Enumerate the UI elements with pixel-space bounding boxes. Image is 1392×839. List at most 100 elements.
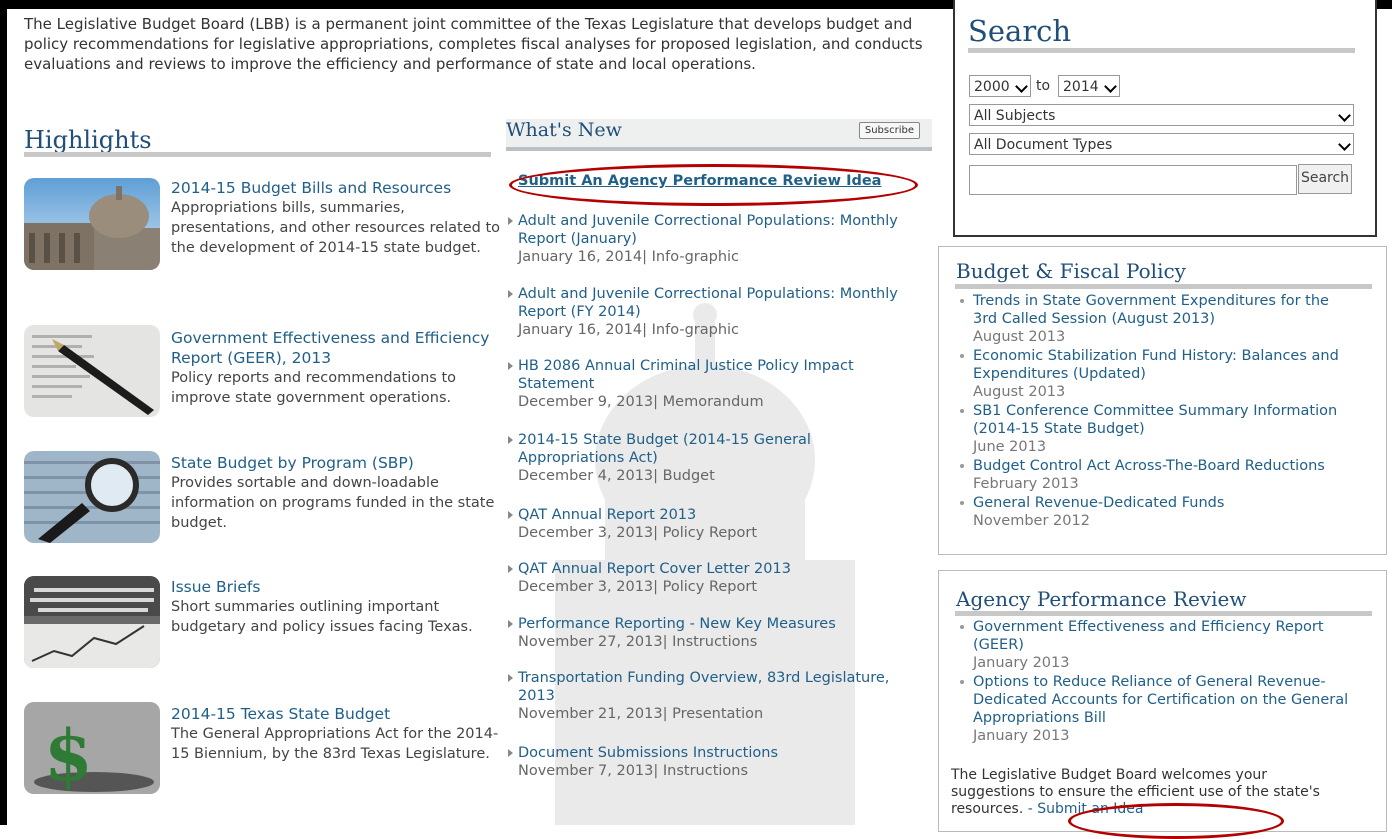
budget-link[interactable]: Trends in State Government Expenditures … (973, 292, 1356, 328)
item-date: June 2013 (973, 439, 1047, 455)
arrow-icon (508, 620, 513, 628)
news-meta: November 27, 2013| Instructions (518, 634, 758, 650)
arrow-icon (508, 290, 513, 298)
item-date: January 2013 (973, 728, 1070, 744)
news-item: HB 2086 Annual Criminal Justice Policy I… (508, 357, 908, 411)
list-item: General Revenue-Dedicated Funds November … (956, 494, 1356, 530)
year-to-value: 2014 (1063, 79, 1099, 95)
item-date: January 2013 (973, 655, 1070, 671)
list-item: SB1 Conference Committee Summary Informa… (956, 402, 1356, 456)
news-item: Performance Reporting - New Key Measures… (508, 615, 908, 651)
news-link[interactable]: HB 2086 Annual Criminal Justice Policy I… (518, 357, 908, 393)
submit-idea-link[interactable]: - Submit an Idea (1023, 801, 1144, 817)
search-title: Search (968, 14, 1072, 48)
highlight-description: Appropriations bills, summaries, present… (171, 200, 501, 256)
search-input[interactable] (969, 165, 1297, 195)
arrow-icon (508, 511, 513, 519)
arrow-icon (508, 565, 513, 573)
welcome-paragraph: The Legislative Budget Board welcomes yo… (951, 767, 1341, 818)
bullet-icon (960, 299, 964, 303)
budget-link[interactable]: Economic Stabilization Fund History: Bal… (973, 347, 1356, 383)
highlight-title[interactable]: 2014-15 Budget Bills and Resources (171, 178, 501, 198)
subjects-value: All Subjects (974, 108, 1056, 124)
bullet-icon (960, 354, 964, 358)
arrow-icon (508, 674, 513, 682)
news-item: Adult and Juvenile Correctional Populati… (508, 212, 908, 266)
news-item: Adult and Juvenile Correctional Populati… (508, 285, 908, 339)
year-from-select[interactable]: 2000 (969, 75, 1031, 97)
news-link[interactable]: Adult and Juvenile Correctional Populati… (518, 212, 908, 248)
arrow-icon (508, 436, 513, 444)
news-meta: January 16, 2014| Info-graphic (518, 249, 740, 265)
chevron-down-icon (1338, 138, 1351, 151)
agency-review-rule (955, 611, 1372, 616)
dollar-sign-photo-icon[interactable]: $ (24, 702, 160, 794)
news-meta: December 3, 2013| Policy Report (518, 525, 758, 541)
search-button[interactable]: Search (1298, 164, 1352, 194)
item-date: August 2013 (973, 329, 1066, 345)
item-date: February 2013 (973, 476, 1079, 492)
subjects-select[interactable]: All Subjects (969, 104, 1354, 126)
budget-link[interactable]: General Revenue-Dedicated Funds (973, 494, 1356, 512)
news-meta: December 9, 2013| Memorandum (518, 394, 764, 410)
search-rule (968, 48, 1355, 53)
window-left-border (0, 0, 7, 825)
bullet-icon (960, 464, 964, 468)
list-item: Budget Control Act Across-The-Board Redu… (956, 457, 1356, 493)
news-link[interactable]: Document Submissions Instructions (518, 744, 908, 762)
highlight-item[interactable]: $ 2014-15 Texas State Budget The General… (24, 702, 498, 802)
budget-fiscal-title: Budget & Fiscal Policy (956, 259, 1186, 283)
highlight-title[interactable]: State Budget by Program (SBP) (171, 453, 501, 473)
news-meta: January 16, 2014| Info-graphic (518, 322, 740, 338)
newspaper-photo-icon[interactable] (24, 576, 160, 668)
budget-link[interactable]: Budget Control Act Across-The-Board Redu… (973, 457, 1392, 475)
news-link[interactable]: Performance Reporting - New Key Measures (518, 615, 908, 633)
list-item: Government Effectiveness and Efficiency … (956, 618, 1356, 672)
budget-link[interactable]: SB1 Conference Committee Summary Informa… (973, 402, 1356, 438)
year-range-to-label: to (1036, 78, 1051, 94)
news-link[interactable]: Adult and Juvenile Correctional Populati… (518, 285, 908, 321)
news-link[interactable]: QAT Annual Report Cover Letter 2013 (518, 560, 908, 578)
highlight-item[interactable]: 2014-15 Budget Bills and Resources Appro… (24, 178, 500, 278)
agency-review-list: Government Effectiveness and Efficiency … (956, 618, 1356, 746)
highlight-description: The General Appropriations Act for the 2… (171, 726, 499, 762)
submit-review-idea-link[interactable]: Submit An Agency Performance Review Idea (518, 173, 881, 189)
news-item: Document Submissions Instructions Novemb… (508, 744, 908, 780)
news-link[interactable]: QAT Annual Report 2013 (518, 506, 908, 524)
document-types-select[interactable]: All Document Types (969, 133, 1354, 155)
news-link[interactable]: 2014-15 State Budget (2014-15 General Ap… (518, 431, 908, 467)
highlight-item[interactable]: Issue Briefs Short summaries outlining i… (24, 576, 494, 676)
highlight-title[interactable]: Issue Briefs (171, 577, 501, 597)
chevron-down-icon (1338, 109, 1351, 122)
pen-on-paper-photo-icon[interactable] (24, 325, 160, 417)
highlight-title[interactable]: 2014-15 Texas State Budget (171, 704, 501, 724)
capitol-photo-icon[interactable] (24, 178, 160, 270)
year-to-select[interactable]: 2014 (1058, 75, 1120, 97)
chevron-down-icon (1015, 80, 1028, 93)
item-date: November 2012 (973, 513, 1090, 529)
document-types-value: All Document Types (974, 137, 1113, 153)
news-meta: December 3, 2013| Policy Report (518, 579, 758, 595)
agency-review-link[interactable]: Options to Reduce Reliance of General Re… (973, 673, 1356, 727)
news-item: Transportation Funding Overview, 83rd Le… (508, 669, 908, 723)
intro-paragraph: The Legislative Budget Board (LBB) is a … (24, 15, 923, 73)
chevron-down-icon (1104, 80, 1117, 93)
news-item: QAT Annual Report Cover Letter 2013 Dece… (508, 560, 908, 596)
news-link[interactable]: Transportation Funding Overview, 83rd Le… (518, 669, 908, 705)
subscribe-button[interactable]: Subscribe (858, 122, 920, 139)
budget-fiscal-list: Trends in State Government Expenditures … (956, 292, 1356, 531)
capitol-watermark-icon (555, 303, 855, 825)
bullet-icon (960, 625, 964, 629)
highlight-item[interactable]: State Budget by Program (SBP) Provides s… (24, 451, 494, 551)
bullet-icon (960, 501, 964, 505)
list-item: Economic Stabilization Fund History: Bal… (956, 347, 1356, 401)
highlight-item[interactable]: Government Effectiveness and Efficiency … (24, 325, 494, 425)
bullet-icon (960, 409, 964, 413)
agency-review-title: Agency Performance Review (956, 587, 1247, 611)
news-meta: December 4, 2013| Budget (518, 468, 715, 484)
item-date: August 2013 (973, 384, 1066, 400)
magnifying-glass-photo-icon[interactable] (24, 451, 160, 543)
highlight-title[interactable]: Government Effectiveness and Efficiency … (171, 328, 501, 368)
agency-review-link[interactable]: Government Effectiveness and Efficiency … (973, 618, 1356, 654)
news-item: 2014-15 State Budget (2014-15 General Ap… (508, 431, 908, 485)
